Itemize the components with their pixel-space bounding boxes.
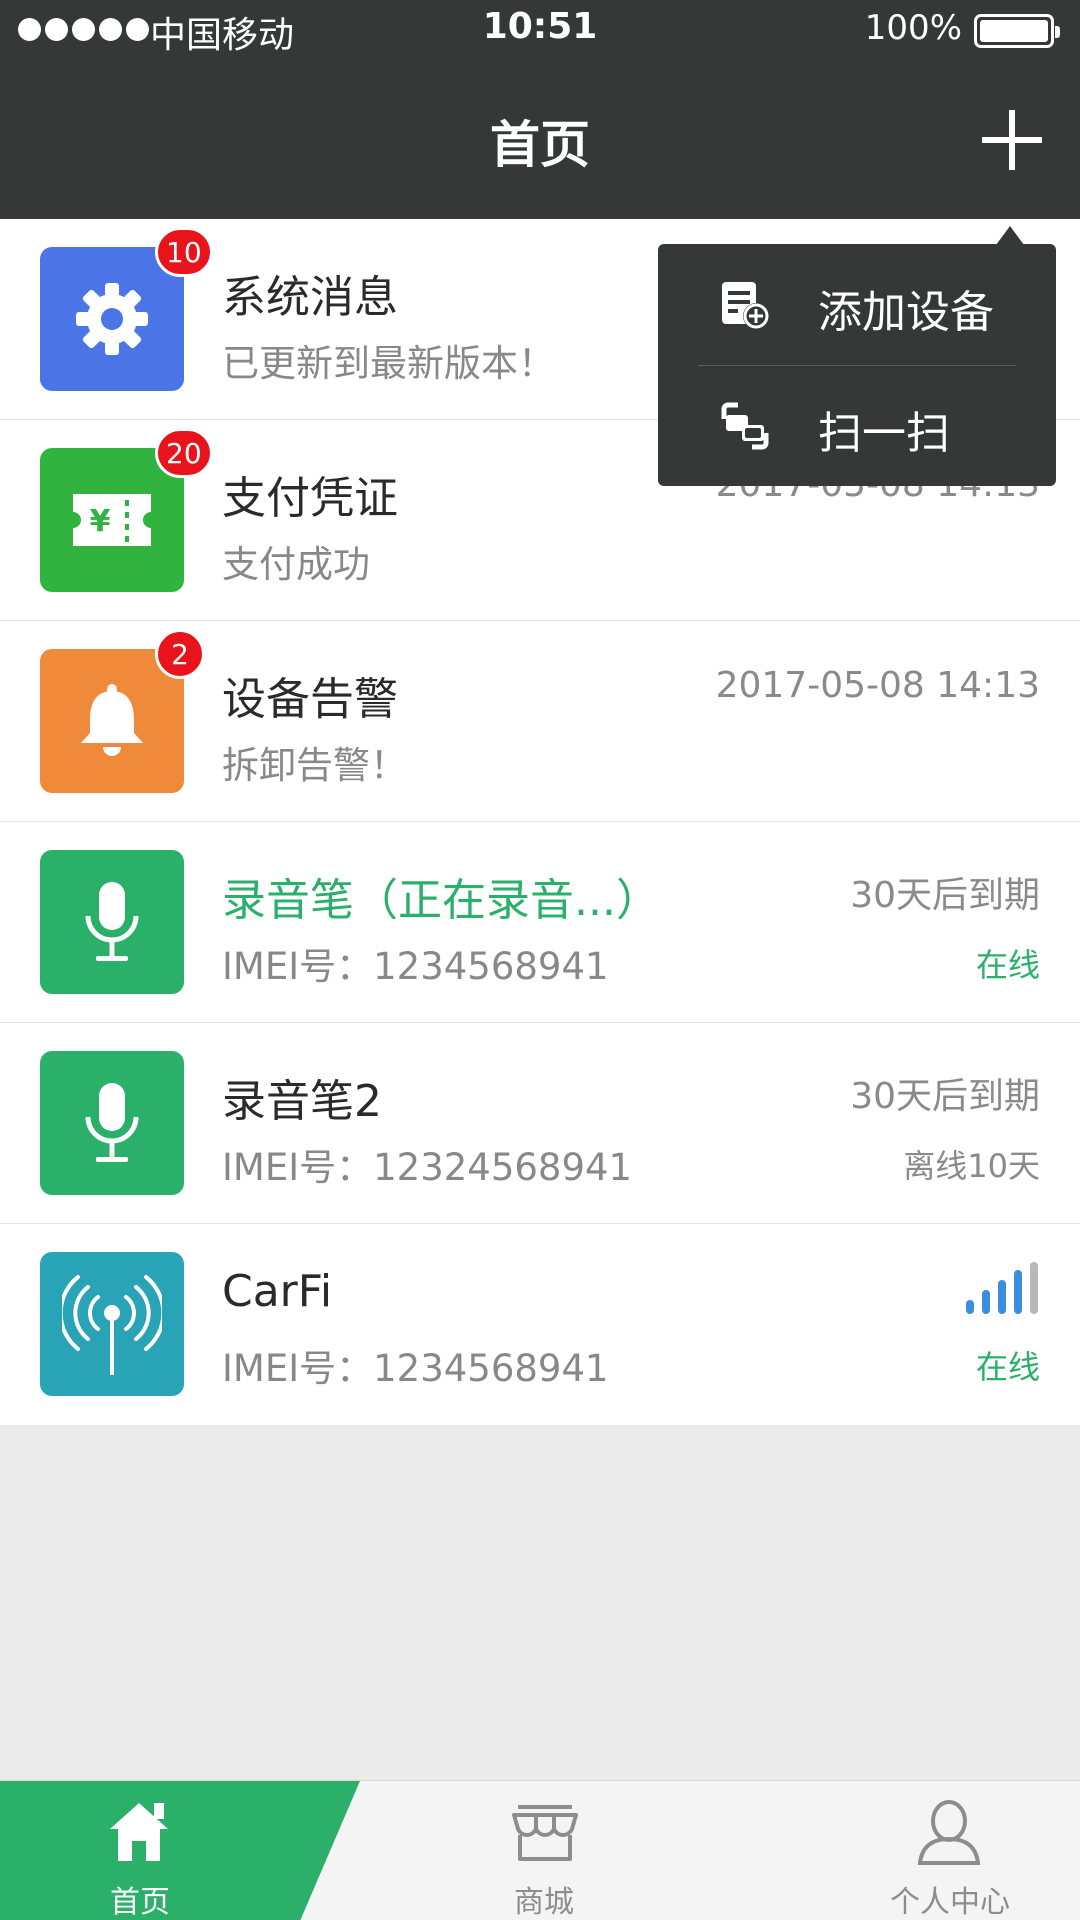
unread-badge: 10: [155, 227, 213, 277]
add-device-icon: [722, 282, 769, 329]
store-icon: [512, 1805, 578, 1861]
tab-home[interactable]: 首页: [0, 1781, 280, 1920]
bell-icon: [81, 684, 143, 756]
signal-bar: [966, 1300, 974, 1314]
carfi-tile: [40, 1252, 184, 1396]
recorder-tile: [40, 850, 184, 994]
signal-bar: [998, 1280, 1006, 1314]
antenna-icon: [62, 1275, 162, 1375]
offline-status: 离线10天: [903, 1147, 1040, 1185]
expiry-text: 30天后到期: [850, 875, 1040, 916]
list-item-carfi[interactable]: CarFi IMEI号：1234568941 在线: [0, 1224, 1080, 1425]
item-title: 录音笔2: [222, 1076, 382, 1127]
microphone-icon: [85, 1083, 139, 1162]
scan-icon: [721, 402, 769, 450]
svg-text:¥: ¥: [90, 504, 111, 539]
status-bar: 中国移动 10:51 100%: [0, 0, 1080, 60]
gear-icon: [76, 283, 148, 355]
add-menu-popover: 添加设备 扫一扫: [658, 244, 1056, 486]
battery-percent: 100%: [864, 8, 962, 48]
unread-badge: 2: [155, 629, 205, 679]
expiry-text: 30天后到期: [850, 1076, 1040, 1117]
add-button[interactable]: [982, 110, 1042, 170]
home-icon: [110, 1803, 168, 1861]
item-subtitle: 支付成功: [222, 543, 370, 586]
top-bar: 中国移动 10:51 100% 首页: [0, 0, 1080, 219]
item-imei: IMEI号：12324568941: [222, 1146, 633, 1189]
online-status: 在线: [975, 946, 1040, 984]
menu-pointer: [996, 226, 1024, 245]
menu-item-label: 添加设备: [818, 287, 994, 338]
online-status: 在线: [975, 1348, 1040, 1386]
user-icon: [917, 1800, 981, 1865]
item-subtitle: 已更新到最新版本！: [222, 342, 555, 385]
list-item-recorder-pen-2[interactable]: 录音笔2 IMEI号：12324568941 30天后到期 离线10天: [0, 1023, 1080, 1224]
signal-bars-icon: [966, 1262, 1038, 1314]
item-title: 系统消息: [222, 272, 398, 323]
bottom-tab-bar: 首页 商城 个人中心: [0, 1780, 1080, 1920]
item-imei: IMEI号：1234568941: [222, 1347, 609, 1390]
list-item-device-alarm[interactable]: 2 设备告警 拆卸告警！ 2017-05-08 14:13: [0, 621, 1080, 822]
item-title: 设备告警: [222, 674, 398, 725]
menu-item-add-device[interactable]: 添加设备: [658, 244, 1056, 365]
list-item-recorder-pen[interactable]: 录音笔（正在录音...） IMEI号：1234568941 30天后到期 在线: [0, 822, 1080, 1023]
item-title: 支付凭证: [222, 473, 398, 524]
menu-item-label: 扫一扫: [818, 408, 950, 459]
signal-bar: [1014, 1270, 1022, 1314]
tab-profile[interactable]: 个人中心: [810, 1781, 1080, 1920]
menu-item-scan[interactable]: 扫一扫: [658, 365, 1056, 486]
signal-bar: [1030, 1262, 1038, 1314]
battery-icon: [974, 14, 1060, 48]
item-imei: IMEI号：1234568941: [222, 945, 609, 988]
plus-icon: [982, 110, 1042, 170]
ticket-icon: ¥: [73, 494, 151, 546]
item-title: CarFi: [222, 1266, 333, 1317]
item-time: 2017-05-08 14:13: [715, 665, 1040, 706]
recorder-tile: [40, 1051, 184, 1195]
item-subtitle: 拆卸告警！: [222, 744, 407, 787]
microphone-icon: [85, 882, 139, 961]
tab-label: 商城: [514, 1885, 574, 1920]
page-title: 首页: [490, 116, 590, 174]
unread-badge: 20: [155, 428, 213, 478]
tab-label: 首页: [110, 1885, 170, 1920]
signal-bar: [982, 1290, 990, 1314]
item-title: 录音笔（正在录音...）: [222, 875, 660, 926]
tab-store[interactable]: 商城: [400, 1781, 690, 1920]
tab-label: 个人中心: [890, 1885, 1010, 1920]
